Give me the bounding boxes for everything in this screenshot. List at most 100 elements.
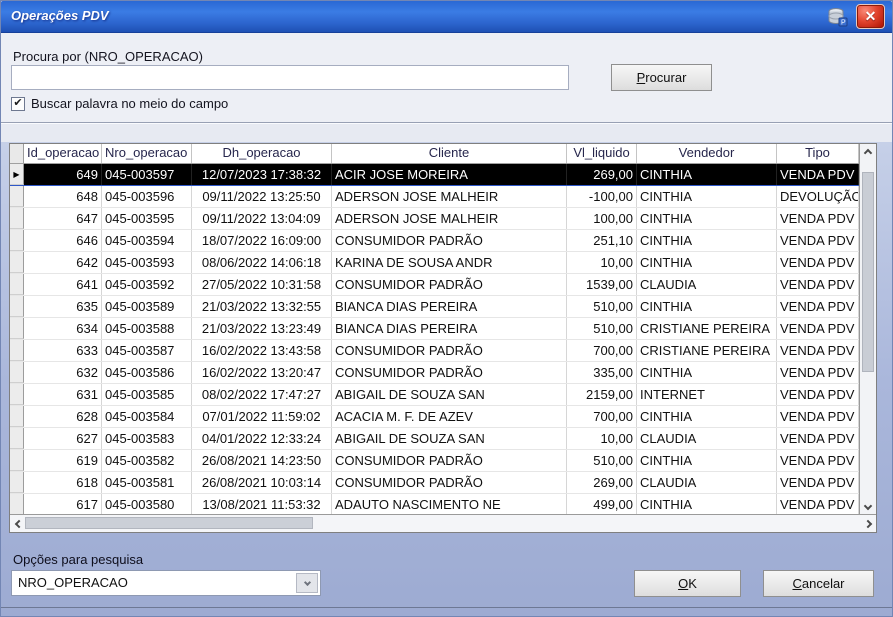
row-selector-cell[interactable]	[10, 428, 24, 449]
vertical-scrollbar-thumb[interactable]	[862, 172, 874, 372]
table-row[interactable]: 642045-00359308/06/2022 14:06:18KARINA D…	[10, 252, 859, 274]
table-row[interactable]: 632045-00358616/02/2022 13:20:47CONSUMID…	[10, 362, 859, 384]
table-row[interactable]: 633045-00358716/02/2022 13:43:58CONSUMID…	[10, 340, 859, 362]
titlebar[interactable]: Operações PDV P ✕	[1, 1, 892, 33]
vertical-scrollbar[interactable]	[859, 144, 876, 514]
cell-cliente: ABIGAIL DE SOUZA SAN	[332, 428, 567, 449]
ok-button[interactable]: OK	[634, 570, 741, 597]
middle-word-checkbox[interactable]: ✔	[11, 97, 25, 111]
search-input[interactable]	[11, 65, 569, 90]
column-header-cliente[interactable]: Cliente	[332, 144, 567, 163]
row-selector-cell[interactable]	[10, 318, 24, 339]
table-row[interactable]: 627045-00358304/01/2022 12:33:24ABIGAIL …	[10, 428, 859, 450]
cell-dh: 08/06/2022 14:06:18	[192, 252, 332, 273]
table-row[interactable]: 634045-00358821/03/2022 13:23:49BIANCA D…	[10, 318, 859, 340]
scroll-right-button[interactable]	[861, 516, 876, 531]
chevron-up-icon	[863, 149, 871, 157]
cell-nro: 045-003586	[102, 362, 192, 383]
cell-nro: 045-003596	[102, 186, 192, 207]
cell-tipo: VENDA PDV	[777, 318, 859, 339]
horizontal-scrollbar[interactable]	[10, 514, 876, 532]
row-selector-cell[interactable]	[10, 186, 24, 207]
table-row[interactable]: 617045-00358013/08/2021 11:53:32ADAUTO N…	[10, 494, 859, 514]
table-row[interactable]: ▶649045-00359712/07/2023 17:38:32ACIR JO…	[10, 164, 859, 186]
cell-nro: 045-003594	[102, 230, 192, 251]
cell-dh: 21/03/2022 13:32:55	[192, 296, 332, 317]
procurar-button[interactable]: Procurar	[611, 64, 712, 91]
cell-vl: 700,00	[567, 340, 637, 361]
cell-vl: 700,00	[567, 406, 637, 427]
search-label: Procura por (NRO_OPERACAO)	[13, 49, 203, 64]
cancel-button[interactable]: Cancelar	[763, 570, 874, 597]
cell-tipo: VENDA PDV	[777, 296, 859, 317]
cell-id: 618	[24, 472, 102, 493]
cell-dh: 12/07/2023 17:38:32	[192, 164, 332, 185]
table-row[interactable]: 646045-00359418/07/2022 16:09:00CONSUMID…	[10, 230, 859, 252]
column-header-vendedor[interactable]: Vendedor	[637, 144, 777, 163]
row-selector-cell[interactable]	[10, 274, 24, 295]
cell-cliente: ACACIA M. F. DE AZEV	[332, 406, 567, 427]
row-selector-cell[interactable]	[10, 340, 24, 361]
column-header-tipo[interactable]: Tipo	[777, 144, 859, 163]
close-button[interactable]: ✕	[856, 4, 885, 29]
cell-id: 632	[24, 362, 102, 383]
scroll-left-button[interactable]	[10, 516, 25, 531]
row-selector-cell[interactable]	[10, 208, 24, 229]
row-selector-cell[interactable]	[10, 472, 24, 493]
column-header-id[interactable]: Id_operacao	[24, 144, 102, 163]
row-selector-cell[interactable]	[10, 252, 24, 273]
scroll-down-button[interactable]	[860, 499, 875, 514]
cell-dh: 09/11/2022 13:04:09	[192, 208, 332, 229]
table-row[interactable]: 635045-00358921/03/2022 13:32:55BIANCA D…	[10, 296, 859, 318]
cell-vl: 2159,00	[567, 384, 637, 405]
cell-vl: 269,00	[567, 472, 637, 493]
table-row[interactable]: 619045-00358226/08/2021 14:23:50CONSUMID…	[10, 450, 859, 472]
table-row[interactable]: 628045-00358407/01/2022 11:59:02ACACIA M…	[10, 406, 859, 428]
table-row[interactable]: 618045-00358126/08/2021 10:03:14CONSUMID…	[10, 472, 859, 494]
row-selector-cell[interactable]	[10, 450, 24, 471]
row-selector-cell[interactable]	[10, 384, 24, 405]
cell-vl: 251,10	[567, 230, 637, 251]
row-selector-cell[interactable]	[10, 230, 24, 251]
cell-vendedor: CINTHIA	[637, 450, 777, 471]
row-selector-cell[interactable]	[10, 296, 24, 317]
search-options-dropdown[interactable]: NRO_OPERACAO	[11, 570, 321, 596]
cell-dh: 16/02/2022 13:20:47	[192, 362, 332, 383]
row-selector-cell[interactable]	[10, 494, 24, 514]
cell-nro: 045-003593	[102, 252, 192, 273]
cell-nro: 045-003595	[102, 208, 192, 229]
cell-vendedor: CINTHIA	[637, 296, 777, 317]
cell-tipo: VENDA PDV	[777, 362, 859, 383]
cell-cliente: BIANCA DIAS PEREIRA	[332, 296, 567, 317]
cell-vl: -100,00	[567, 186, 637, 207]
cell-id: 649	[24, 164, 102, 185]
cell-cliente: BIANCA DIAS PEREIRA	[332, 318, 567, 339]
row-selector-cell[interactable]	[10, 362, 24, 383]
dropdown-button[interactable]	[296, 573, 318, 593]
cell-vendedor: CLAUDIA	[637, 428, 777, 449]
cell-tipo: VENDA PDV	[777, 274, 859, 295]
row-selector-cell[interactable]	[10, 406, 24, 427]
cell-vendedor: CINTHIA	[637, 362, 777, 383]
svg-text:P: P	[841, 20, 846, 27]
column-header-vl[interactable]: Vl_liquido	[567, 144, 637, 163]
cell-vendedor: CLAUDIA	[637, 274, 777, 295]
table-row[interactable]: 647045-00359509/11/2022 13:04:09ADERSON …	[10, 208, 859, 230]
row-selector-cell[interactable]: ▶	[10, 164, 24, 185]
scroll-up-button[interactable]	[860, 144, 875, 159]
table-row[interactable]: 641045-00359227/05/2022 10:31:58CONSUMID…	[10, 274, 859, 296]
column-header-nro[interactable]: Nro_operacao	[102, 144, 192, 163]
table-row[interactable]: 631045-00358508/02/2022 17:47:27ABIGAIL …	[10, 384, 859, 406]
table-row[interactable]: 648045-00359609/11/2022 13:25:50ADERSON …	[10, 186, 859, 208]
cell-dh: 13/08/2021 11:53:32	[192, 494, 332, 514]
cell-dh: 26/08/2021 10:03:14	[192, 472, 332, 493]
operacoes-pdv-dialog: Operações PDV P ✕ Procura por (NRO_OPERA…	[0, 0, 893, 617]
row-pointer-icon: ▶	[13, 170, 19, 179]
cell-id: 641	[24, 274, 102, 295]
operations-grid: Id_operacaoNro_operacaoDh_operacaoClient…	[9, 143, 877, 533]
chevron-down-icon	[303, 578, 310, 585]
cell-vl: 510,00	[567, 318, 637, 339]
cell-tipo: VENDA PDV	[777, 208, 859, 229]
horizontal-scrollbar-thumb[interactable]	[25, 517, 313, 529]
column-header-dh[interactable]: Dh_operacao	[192, 144, 332, 163]
